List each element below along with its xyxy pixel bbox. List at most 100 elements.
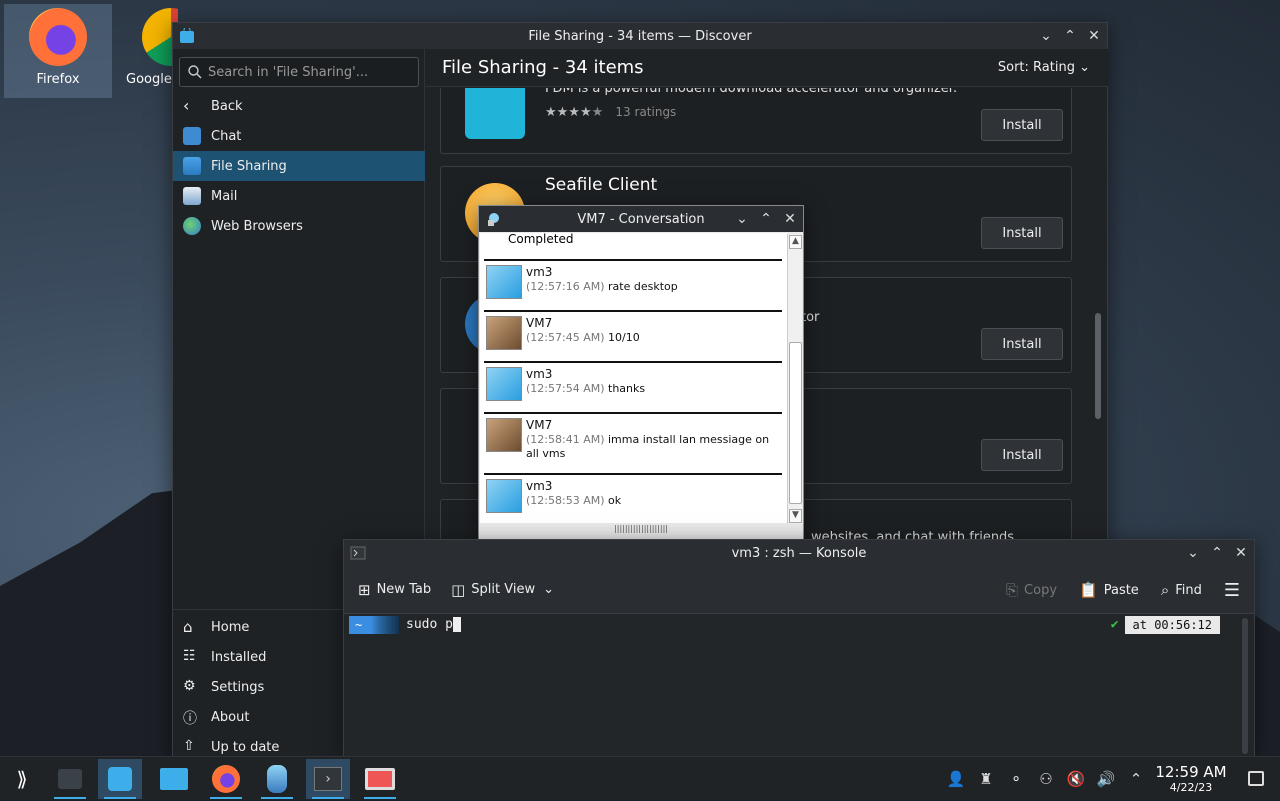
install-button[interactable]: Install — [981, 328, 1063, 360]
show-desktop-button[interactable] — [1248, 771, 1264, 786]
task-discover[interactable] — [98, 759, 142, 799]
user-icon[interactable]: 👤 — [946, 770, 966, 788]
message-text: thanks — [608, 382, 646, 395]
network-user-icon[interactable]: ⚇ — [1036, 770, 1056, 788]
application-launcher[interactable]: ⟫ — [0, 759, 44, 799]
maximize-button[interactable]: ⌃ — [1210, 545, 1224, 561]
copy-button[interactable]: ⎘ Copy — [1006, 581, 1057, 599]
search-input[interactable]: Search in 'File Sharing'... — [179, 57, 419, 87]
rating-stars: ★★★★★ 13 ratings — [545, 105, 677, 120]
window-title: vm3 : zsh — Konsole — [731, 545, 867, 561]
scroll-down-icon[interactable]: ▼ — [789, 509, 802, 523]
avatar — [486, 479, 522, 513]
minimize-button[interactable]: ⌄ — [1186, 545, 1200, 561]
paste-label: Paste — [1103, 582, 1139, 598]
task-konsole[interactable]: › — [306, 759, 350, 799]
message-time: (12:57:16 AM) — [526, 280, 605, 293]
scroll-up-icon[interactable]: ▲ — [789, 235, 802, 249]
microphone-muted-icon[interactable]: 🔇 — [1066, 770, 1086, 788]
find-button[interactable]: ⌕ Find — [1161, 581, 1202, 599]
install-button[interactable]: Install — [981, 439, 1063, 471]
message-body: (12:57:16 AM) rate desktop — [526, 280, 782, 294]
maximize-button[interactable]: ⌃ — [759, 211, 773, 227]
message-item: VM7 (12:58:41 AM) imma install lan messi… — [484, 412, 782, 474]
desktop-icon-label: Google — [126, 72, 172, 87]
sidebar-item-mail[interactable]: Mail — [173, 181, 425, 211]
app-card[interactable]: FDM is a powerful modern download accele… — [440, 88, 1072, 154]
new-tab-button[interactable]: ⊞ New Tab — [358, 581, 431, 599]
message-time: (12:58:41 AM) — [526, 433, 605, 446]
maximize-button[interactable]: ⌃ — [1063, 28, 1077, 44]
sidebar-item-web-browsers[interactable]: Web Browsers — [173, 211, 425, 241]
install-button[interactable]: Install — [981, 217, 1063, 249]
close-button[interactable]: ✕ — [783, 211, 797, 227]
back-button[interactable]: ‹ Back — [173, 91, 425, 121]
find-label: Find — [1175, 582, 1202, 598]
task-system-settings[interactable] — [48, 759, 92, 799]
terminal-area[interactable]: ~ sudo p ✔ at 00:56:12 — [344, 615, 1242, 757]
avatar — [486, 316, 522, 350]
conversation-titlebar[interactable]: VM7 - Conversation ⌄ ⌃ ✕ — [479, 206, 803, 232]
firefox-icon — [212, 765, 240, 793]
message-item: VM7 (12:57:45 AM) 10/10 — [484, 310, 782, 360]
paste-icon: 📋 — [1079, 581, 1098, 599]
installed-list-icon: ☷ — [183, 648, 196, 664]
status-text: Completed — [508, 233, 574, 246]
avatar — [486, 418, 522, 452]
splitter-handle[interactable]: |||||||||||||||||||| — [479, 524, 803, 540]
volume-icon[interactable]: 🔊 — [1096, 770, 1116, 788]
update-arrow-icon: ⇧ — [183, 738, 195, 754]
task-lan-messenger[interactable] — [255, 759, 299, 799]
terminal-icon: › — [314, 767, 342, 791]
nav-label: Installed — [211, 649, 267, 665]
avatar — [486, 265, 522, 299]
kdeconnect-icon[interactable]: ⚬ — [1006, 770, 1026, 788]
message-time: (12:57:45 AM) — [526, 331, 605, 344]
message-body: (12:57:45 AM) 10/10 — [526, 331, 782, 345]
back-arrow-icon: ‹ — [183, 96, 190, 115]
window-title: VM7 - Conversation — [577, 211, 705, 227]
mail-icon — [183, 187, 201, 205]
scroll-thumb[interactable] — [789, 342, 802, 504]
launcher-icon: ⟫ — [16, 767, 28, 791]
message-item: vm3 (12:57:16 AM) rate desktop — [484, 259, 782, 309]
download-icon — [183, 157, 201, 175]
message-text: ok — [608, 494, 622, 507]
app-name: Seafile Client — [545, 175, 658, 195]
message-item: vm3 (12:58:53 AM) ok — [484, 473, 782, 523]
sidebar-item-file-sharing[interactable]: File Sharing — [173, 151, 425, 181]
task-firefox[interactable] — [204, 759, 248, 799]
sidebar-item-chat[interactable]: Chat — [173, 121, 425, 151]
konsole-titlebar[interactable]: vm3 : zsh — Konsole ⌄ ⌃ ✕ — [344, 540, 1254, 566]
tray-expand-icon[interactable]: ⌃ — [1126, 770, 1146, 788]
task-screenshot[interactable] — [358, 759, 402, 799]
checkmark-icon: ✔ — [1110, 617, 1119, 632]
terminal-scrollbar[interactable] — [1242, 618, 1248, 754]
conversation-scrollbar[interactable]: ▲ ▼ — [787, 234, 802, 524]
split-view-button[interactable]: ◫ Split View ⌄ — [451, 581, 554, 599]
settings-sliders-icon — [58, 769, 82, 789]
split-view-icon: ◫ — [451, 580, 466, 599]
task-file-manager[interactable] — [152, 759, 196, 799]
discover-titlebar[interactable]: File Sharing - 34 items — Discover ⌄ ⌃ ✕ — [173, 23, 1107, 49]
message-item: vm3 (12:57:54 AM) thanks — [484, 361, 782, 411]
lan-messenger-tray-icon[interactable]: ♜ — [976, 770, 996, 788]
paste-button[interactable]: 📋 Paste — [1079, 581, 1139, 599]
home-icon: ⌂ — [183, 618, 193, 636]
sidebar-item-label: File Sharing — [211, 158, 287, 174]
desktop-icon-chrome[interactable]: Google — [118, 4, 178, 98]
sort-dropdown[interactable]: Sort: Rating ⌄ — [998, 60, 1090, 75]
clock[interactable]: 12:59 AM 4/22/23 — [1146, 763, 1236, 794]
close-button[interactable]: ✕ — [1234, 545, 1248, 561]
close-button[interactable]: ✕ — [1087, 28, 1101, 44]
install-button[interactable]: Install — [981, 109, 1063, 141]
hamburger-menu-button[interactable]: ☰ — [1224, 580, 1240, 601]
desktop-icon-firefox[interactable]: Firefox — [4, 4, 112, 98]
scrollbar[interactable] — [1095, 313, 1101, 419]
text-cursor — [452, 617, 461, 632]
copy-icon: ⎘ — [1006, 581, 1019, 599]
minimize-button[interactable]: ⌄ — [735, 211, 749, 227]
minimize-button[interactable]: ⌄ — [1039, 28, 1053, 44]
page-header: File Sharing - 34 items Sort: Rating ⌄ — [426, 49, 1108, 87]
avatar — [486, 367, 522, 401]
